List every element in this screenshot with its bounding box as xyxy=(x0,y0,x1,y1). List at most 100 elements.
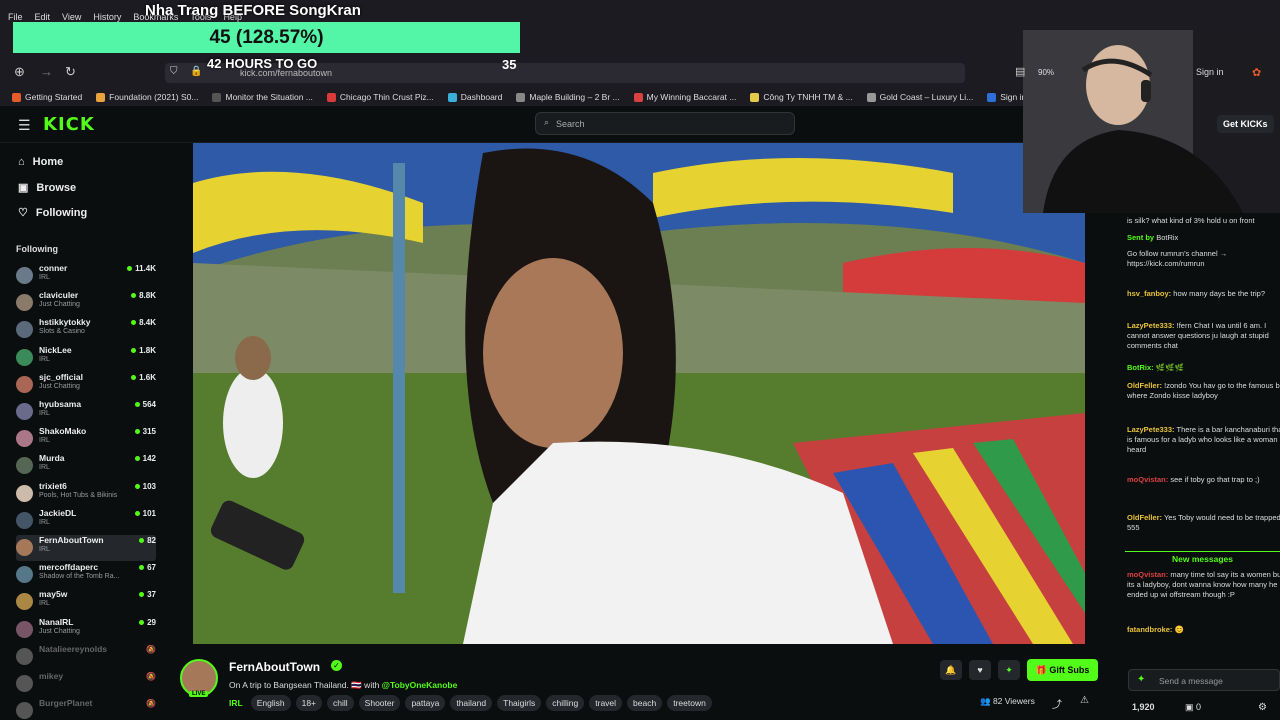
stream-tag[interactable]: beach xyxy=(627,695,663,711)
get-kicks-button[interactable]: Get KICKs xyxy=(1217,115,1274,133)
chat-input[interactable]: Send a message xyxy=(1128,669,1280,691)
viewer-count-value: 82 Viewers xyxy=(992,696,1035,706)
category-link[interactable]: IRL xyxy=(229,698,243,708)
bookmark-item[interactable]: Công Ty TNHH TM & ... xyxy=(750,92,853,102)
sidebar-channel-conner[interactable]: conner IRL 11.4K xyxy=(16,263,156,289)
chat-username[interactable]: BotRix: xyxy=(1127,363,1154,372)
stream-tag[interactable]: thailand xyxy=(450,695,493,711)
sidebar-channel-claviculer[interactable]: claviculer Just Chatting 8.8K xyxy=(16,290,156,316)
sparkle-icon[interactable]: ✦ xyxy=(998,660,1020,680)
chat-username[interactable]: LazyPete333: xyxy=(1127,321,1175,330)
sidebar-channel-mikey[interactable]: mikey 🔕 xyxy=(16,671,156,697)
bookmark-favicon-icon xyxy=(516,92,526,102)
sidebar-channel-nicklee[interactable]: NickLee IRL 1.8K xyxy=(16,345,156,371)
muted-bell-icon: 🔕 xyxy=(146,672,156,681)
stream-tag[interactable]: travel xyxy=(589,695,623,711)
sidebar-channel-natalieereynolds[interactable]: Natalieereynolds 🔕 xyxy=(16,644,156,670)
streamer-name[interactable]: FernAboutTown xyxy=(229,660,320,674)
chat-username[interactable]: moQvistan: xyxy=(1127,475,1168,484)
sidebar-channel-may5w[interactable]: may5w IRL 37 xyxy=(16,589,156,615)
channel-avatar xyxy=(16,403,33,420)
stream-tag[interactable]: 18+ xyxy=(295,695,323,711)
chat-username[interactable]: fatandbroke: xyxy=(1127,625,1172,634)
nav-following[interactable]: ♡ Following xyxy=(18,206,87,220)
notification-bell-icon[interactable]: 🔔 xyxy=(940,660,962,680)
follow-heart-icon[interactable]: ♥ xyxy=(969,660,991,680)
sidebar-channel-shakomako[interactable]: ShakoMako IRL 315 xyxy=(16,426,156,452)
channel-name: FernAboutTown xyxy=(39,535,104,545)
sidebar-channel-sjc_official[interactable]: sjc_official Just Chatting 1.6K xyxy=(16,372,156,398)
stream-tag[interactable]: chill xyxy=(327,695,354,711)
sidebar-channel-burgerplanet[interactable]: BurgerPlanet 🔕 xyxy=(16,698,156,720)
bookmark-item[interactable]: Dashboard xyxy=(447,92,502,102)
channel-avatar xyxy=(16,702,33,720)
reload-icon[interactable]: ↻ xyxy=(65,64,76,80)
bookmark-item[interactable]: Monitor the Situation ... xyxy=(212,92,313,102)
nav-browse[interactable]: ▣ Browse xyxy=(18,181,76,195)
nav-home[interactable]: ⌂ Home xyxy=(18,156,63,168)
sidebar-channel-hstikkytokky[interactable]: hstikkytokky Slots & Casino 8.4K xyxy=(16,317,156,343)
emote-icon[interactable]: ✦ xyxy=(1137,674,1145,685)
channel-name: claviculer xyxy=(39,290,79,301)
chat-settings-icon[interactable]: ⚙ xyxy=(1258,702,1267,713)
sidebar-channel-fernabouttown[interactable]: FernAboutTown IRL 82 xyxy=(16,535,156,561)
bookmark-item[interactable]: Gold Coast – Luxury Li... xyxy=(866,92,973,102)
bookmark-item[interactable]: Chicago Thin Crust Piz... xyxy=(326,92,434,102)
sidebar-channel-murda[interactable]: Murda IRL 142 xyxy=(16,453,156,479)
zoom-level[interactable]: 90% xyxy=(1034,66,1059,79)
bookmark-item[interactable]: Getting Started xyxy=(12,92,82,102)
sidebar-channel-mercoffdaperc[interactable]: mercoffdaperc Shadow of the Tomb Ra... 67 xyxy=(16,562,156,588)
account-icon[interactable]: ⊕ xyxy=(14,64,25,80)
stream-tag[interactable]: Shooter xyxy=(358,695,401,711)
new-messages-divider[interactable]: New messages xyxy=(1125,551,1280,564)
video-player[interactable] xyxy=(193,143,1085,644)
bookmark-item[interactable]: Foundation (2021) S0... xyxy=(96,92,198,102)
kick-logo[interactable]: KICK xyxy=(43,114,95,135)
forward-icon[interactable]: → xyxy=(40,64,53,79)
bookmark-item[interactable]: My Winning Baccarat ... xyxy=(633,92,736,102)
menu-history[interactable]: History xyxy=(93,12,121,22)
chat-message: LazyPete333: !fern Chat I wa until 6 am.… xyxy=(1127,321,1280,351)
bookmark-favicon-icon xyxy=(750,92,760,102)
chat-username[interactable]: hsv_fanboy: xyxy=(1127,289,1171,298)
stream-tag[interactable]: chilling xyxy=(546,695,585,711)
chat-username[interactable]: OldFeller: xyxy=(1127,513,1162,522)
extension-icon[interactable]: ✿ xyxy=(1252,66,1261,79)
share-icon[interactable]: ⤴ xyxy=(1052,696,1062,711)
channel-viewers: 564 xyxy=(134,400,156,409)
stream-tag[interactable]: Thaigirls xyxy=(497,695,542,711)
reader-icon[interactable]: ▤ xyxy=(1015,65,1025,78)
chat-message: LazyPete333: There is a bar kanchanaburi… xyxy=(1127,425,1280,455)
chat-username[interactable]: LazyPete333: xyxy=(1127,425,1175,434)
live-dot-icon xyxy=(131,293,137,299)
kicks-balance[interactable]: 1,920 xyxy=(1132,702,1155,712)
gift-subs-button[interactable]: 🎁 Gift Subs xyxy=(1027,659,1098,681)
chat-username[interactable]: OldFeller: xyxy=(1127,381,1162,390)
stream-tag[interactable]: English xyxy=(250,695,291,711)
menu-file[interactable]: File xyxy=(8,12,23,22)
bookmark-favicon-icon xyxy=(96,92,106,102)
sidebar-channel-nanairl[interactable]: NanaIRL Just Chatting 29 xyxy=(16,617,156,643)
search-input[interactable]: Search xyxy=(535,112,795,135)
channel-name: ShakoMako xyxy=(39,426,87,437)
menu-view[interactable]: View xyxy=(62,12,81,22)
other-count[interactable]: ▣ 0 xyxy=(1185,702,1201,713)
mention-link[interactable]: @TobyOneKanobe xyxy=(382,680,458,690)
chat-username[interactable]: Sent by xyxy=(1127,233,1154,242)
sidebar-channel-jackiedl[interactable]: JackieDL IRL 101 xyxy=(16,508,156,534)
goal-progress-bar: 45 (128.57%) xyxy=(13,22,520,53)
channel-category: Just Chatting xyxy=(39,627,80,635)
menu-icon[interactable]: ☰ xyxy=(18,117,31,134)
stream-tag[interactable]: treetown xyxy=(667,695,712,711)
report-icon[interactable]: ⚠ xyxy=(1080,695,1089,706)
bookmark-item[interactable]: Maple Building – 2 Br ... xyxy=(516,92,620,102)
menu-edit[interactable]: Edit xyxy=(35,12,51,22)
channel-category: Just Chatting xyxy=(39,301,80,309)
stream-tag[interactable]: pattaya xyxy=(405,695,446,711)
sign-in-link[interactable]: Sign in xyxy=(1196,67,1224,77)
sidebar-channel-hyubsama[interactable]: hyubsama IRL 564 xyxy=(16,399,156,425)
channel-avatar xyxy=(16,484,33,502)
chat-username[interactable]: moQvistan: xyxy=(1127,570,1168,579)
sidebar-channel-trixiet6[interactable]: trixiet6 Pools, Hot Tubs & Bikinis 103 xyxy=(16,481,156,507)
channel-avatar xyxy=(16,675,33,692)
